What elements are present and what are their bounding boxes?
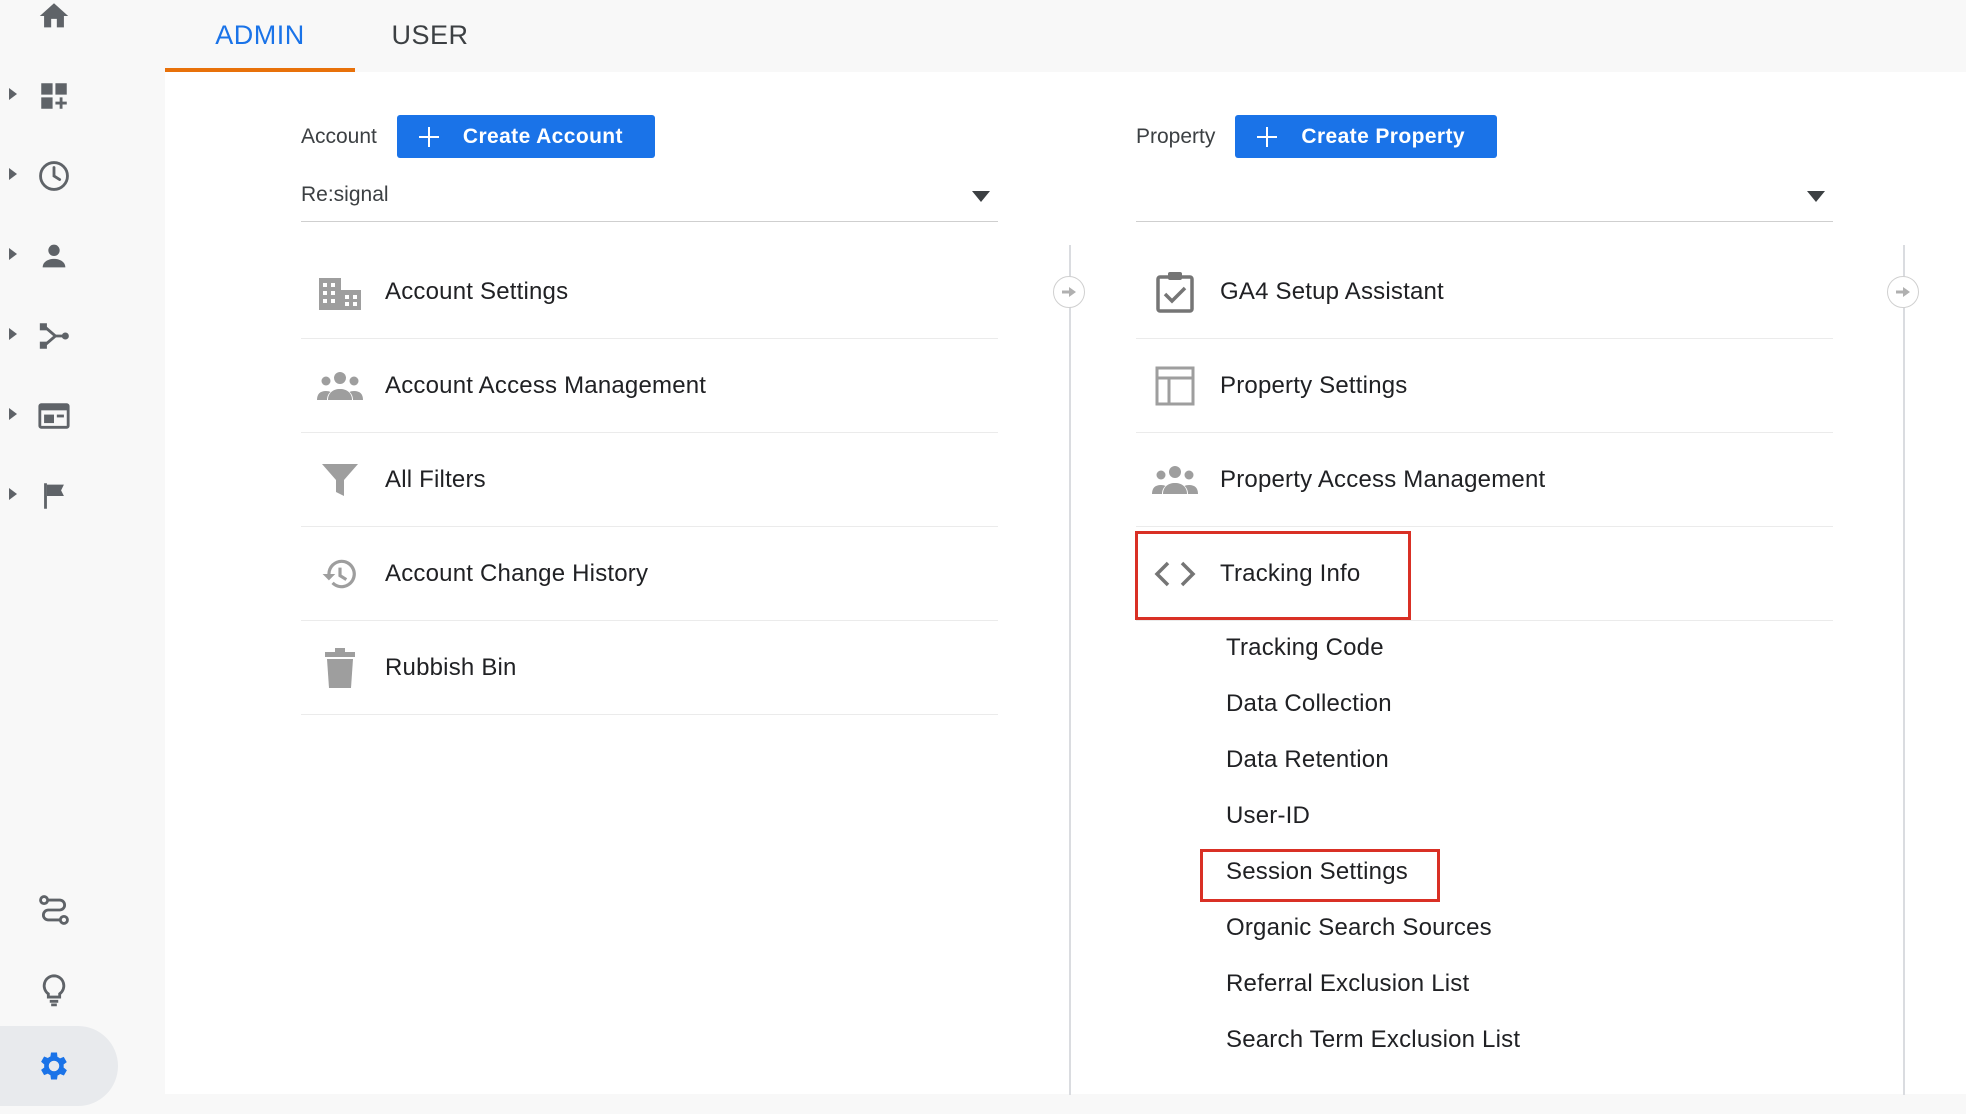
create-property-button[interactable]: Create Property [1235, 115, 1497, 158]
lightbulb-icon[interactable] [30, 966, 78, 1014]
expand-caret-icon[interactable] [8, 406, 18, 422]
history-icon [317, 551, 363, 597]
column-divider [1069, 245, 1071, 1095]
menu-item-label: Rubbish Bin [385, 653, 517, 681]
referral-exclusion-list-link[interactable]: Referral Exclusion List [1226, 965, 1469, 1003]
trash-icon [317, 645, 363, 691]
tab-user[interactable]: USER [355, 0, 505, 70]
property-label: Property [1136, 124, 1216, 148]
left-navigation [0, 0, 165, 1114]
menu-item-label: Account Settings [385, 277, 569, 305]
property-access-management-item[interactable]: Property Access Management [1136, 433, 1833, 527]
home-icon[interactable] [30, 0, 78, 40]
account-change-history-item[interactable]: Account Change History [301, 527, 998, 621]
tracking-info-item[interactable]: Tracking Info [1136, 527, 1833, 621]
clock-icon[interactable] [30, 152, 78, 200]
menu-item-label: Tracking Info [1220, 559, 1361, 587]
expand-caret-icon[interactable] [8, 486, 18, 502]
menu-item-label: Account Change History [385, 559, 649, 587]
layout-icon [1152, 363, 1198, 409]
dashboard-icon[interactable] [30, 72, 78, 120]
account-access-management-item[interactable]: Account Access Management [301, 339, 998, 433]
property-column-header: Property Create Property [1136, 115, 1497, 158]
expand-caret-icon[interactable] [8, 246, 18, 262]
menu-item-label: GA4 Setup Assistant [1220, 277, 1444, 305]
column-divider [1903, 245, 1905, 1095]
collapse-property-button[interactable] [1887, 276, 1919, 308]
arrow-right-icon [1061, 286, 1077, 298]
tracking-code-link[interactable]: Tracking Code [1226, 629, 1384, 667]
collapse-account-button[interactable] [1053, 276, 1085, 308]
expand-caret-icon[interactable] [8, 86, 18, 102]
user-id-link[interactable]: User-ID [1226, 797, 1310, 835]
session-settings-link[interactable]: Session Settings [1226, 853, 1408, 891]
menu-item-label: Property Settings [1220, 371, 1408, 399]
people-icon [1152, 457, 1198, 503]
filter-icon [317, 457, 363, 503]
data-collection-link[interactable]: Data Collection [1226, 685, 1392, 723]
code-icon [1152, 551, 1198, 597]
plus-icon [417, 125, 441, 149]
expand-caret-icon[interactable] [8, 166, 18, 182]
menu-item-label: Property Access Management [1220, 465, 1546, 493]
ga4-setup-assistant-item[interactable]: GA4 Setup Assistant [1136, 245, 1833, 339]
property-settings-item[interactable]: Property Settings [1136, 339, 1833, 433]
all-filters-item[interactable]: All Filters [301, 433, 998, 527]
menu-item-label: All Filters [385, 465, 486, 493]
tab-admin[interactable]: ADMIN [165, 0, 355, 70]
create-account-button[interactable]: Create Account [396, 115, 655, 158]
property-selector[interactable] [1136, 175, 1833, 222]
dropdown-arrow-icon [972, 191, 990, 203]
create-property-label: Create Property [1301, 124, 1465, 148]
account-label: Account [301, 124, 377, 148]
dropdown-arrow-icon [1807, 191, 1825, 203]
search-term-exclusion-list-link[interactable]: Search Term Exclusion List [1226, 1021, 1520, 1059]
behavior-icon[interactable] [30, 392, 78, 440]
gear-icon[interactable] [30, 1042, 78, 1090]
account-column-header: Account Create Account [301, 115, 655, 158]
account-selected-value: Re:signal [301, 183, 389, 206]
organic-search-sources-link[interactable]: Organic Search Sources [1226, 909, 1492, 947]
data-retention-link[interactable]: Data Retention [1226, 741, 1389, 779]
person-icon[interactable] [30, 232, 78, 280]
path-icon[interactable] [30, 886, 78, 934]
admin-user-tabs: ADMIN USER [165, 0, 1966, 72]
acquisition-icon[interactable] [30, 312, 78, 360]
create-account-label: Create Account [462, 124, 623, 148]
expand-caret-icon[interactable] [8, 326, 18, 342]
people-icon [317, 363, 363, 409]
account-selector[interactable]: Re:signal [301, 175, 998, 222]
rubbish-bin-item[interactable]: Rubbish Bin [301, 621, 998, 715]
arrow-right-icon [1895, 286, 1911, 298]
flag-icon[interactable] [30, 472, 78, 520]
account-settings-item[interactable]: Account Settings [301, 245, 998, 339]
menu-item-label: Account Access Management [385, 371, 707, 399]
plus-icon [1255, 125, 1279, 149]
building-icon [317, 269, 363, 315]
checklist-icon [1152, 269, 1198, 315]
